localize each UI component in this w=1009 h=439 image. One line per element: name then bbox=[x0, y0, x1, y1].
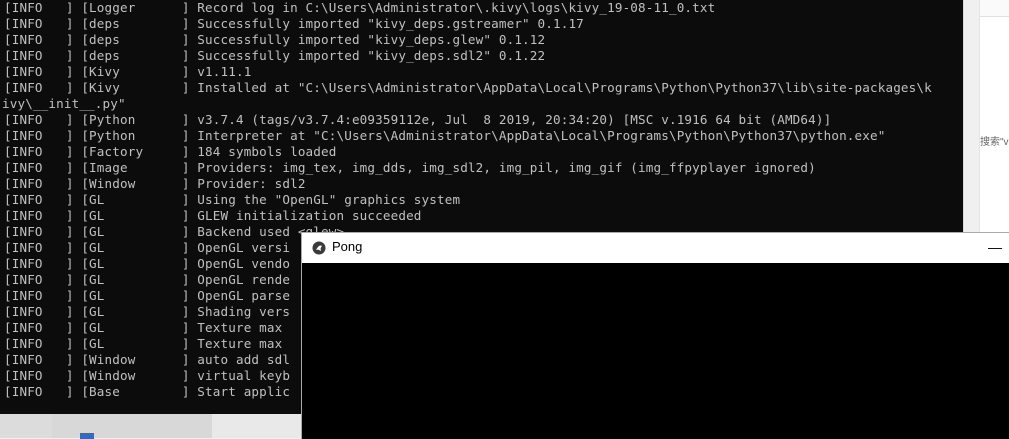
explorer-nav-gutter bbox=[0, 414, 52, 438]
minimize-button[interactable]: — bbox=[980, 233, 1009, 263]
search-placeholder: 搜索"v bbox=[980, 137, 1009, 148]
computer-icon bbox=[80, 433, 94, 439]
window-title: Pong bbox=[332, 239, 363, 254]
console-line: [INFO ] [GL ] Backend used <glew> bbox=[4, 224, 345, 239]
search-box[interactable] bbox=[980, 16, 1009, 232]
console-line: [INFO ] [GL ] OpenGL parse bbox=[4, 288, 291, 303]
console-line: [INFO ] [Python ] Interpreter at "C:\Use… bbox=[4, 128, 886, 143]
console-line: [INFO ] [GL ] OpenGL vendo bbox=[4, 256, 291, 271]
console-line: [INFO ] [Image ] Providers: img_tex, img… bbox=[4, 160, 816, 175]
console-line: [INFO ] [Window ] Provider: sdl2 bbox=[4, 176, 306, 191]
console-line: [INFO ] [Window ] auto add sdl bbox=[4, 352, 291, 367]
console-line: [INFO ] [GL ] GLEW initialization succee… bbox=[4, 208, 422, 223]
console-line: [INFO ] [deps ] Successfully imported "k… bbox=[4, 48, 546, 63]
console-line: [INFO ] [Factory ] 184 symbols loaded bbox=[4, 144, 337, 159]
console-line: ivy\__init__.py" bbox=[2, 96, 126, 111]
pong-window[interactable]: Pong — bbox=[301, 232, 1009, 439]
console-line: [INFO ] [deps ] Successfully imported "k… bbox=[4, 16, 584, 31]
console-line: [INFO ] [deps ] Successfully imported "k… bbox=[4, 32, 546, 47]
console-line: [INFO ] [Python ] v3.7.4 (tags/v3.7.4:e0… bbox=[4, 112, 832, 127]
console-line: [INFO ] [Kivy ] Installed at "C:\Users\A… bbox=[4, 80, 932, 95]
console-line: [INFO ] [GL ] Using the "OpenGL" graphic… bbox=[4, 192, 461, 207]
pong-titlebar[interactable]: Pong — bbox=[302, 233, 1009, 263]
console-line: [INFO ] [Kivy ] v1.11.1 bbox=[4, 64, 252, 79]
console-line: [INFO ] [GL ] Texture max bbox=[4, 320, 291, 335]
console-line: [INFO ] [GL ] OpenGL versi bbox=[4, 240, 291, 255]
console-line: [INFO ] [GL ] Texture max bbox=[4, 336, 291, 351]
console-line: [INFO ] [Window ] virtual keyb bbox=[4, 368, 291, 383]
console-line: [INFO ] [Logger ] Record log in C:\Users… bbox=[4, 0, 716, 15]
console-line: [INFO ] [GL ] OpenGL rende bbox=[4, 272, 291, 287]
game-canvas[interactable] bbox=[302, 263, 1009, 439]
console-line: [INFO ] [GL ] Shading vers bbox=[4, 304, 291, 319]
explorer-tree-panel bbox=[52, 414, 212, 438]
console-line: [INFO ] [Base ] Start applic bbox=[4, 384, 291, 399]
kivy-logo-icon bbox=[312, 241, 326, 255]
